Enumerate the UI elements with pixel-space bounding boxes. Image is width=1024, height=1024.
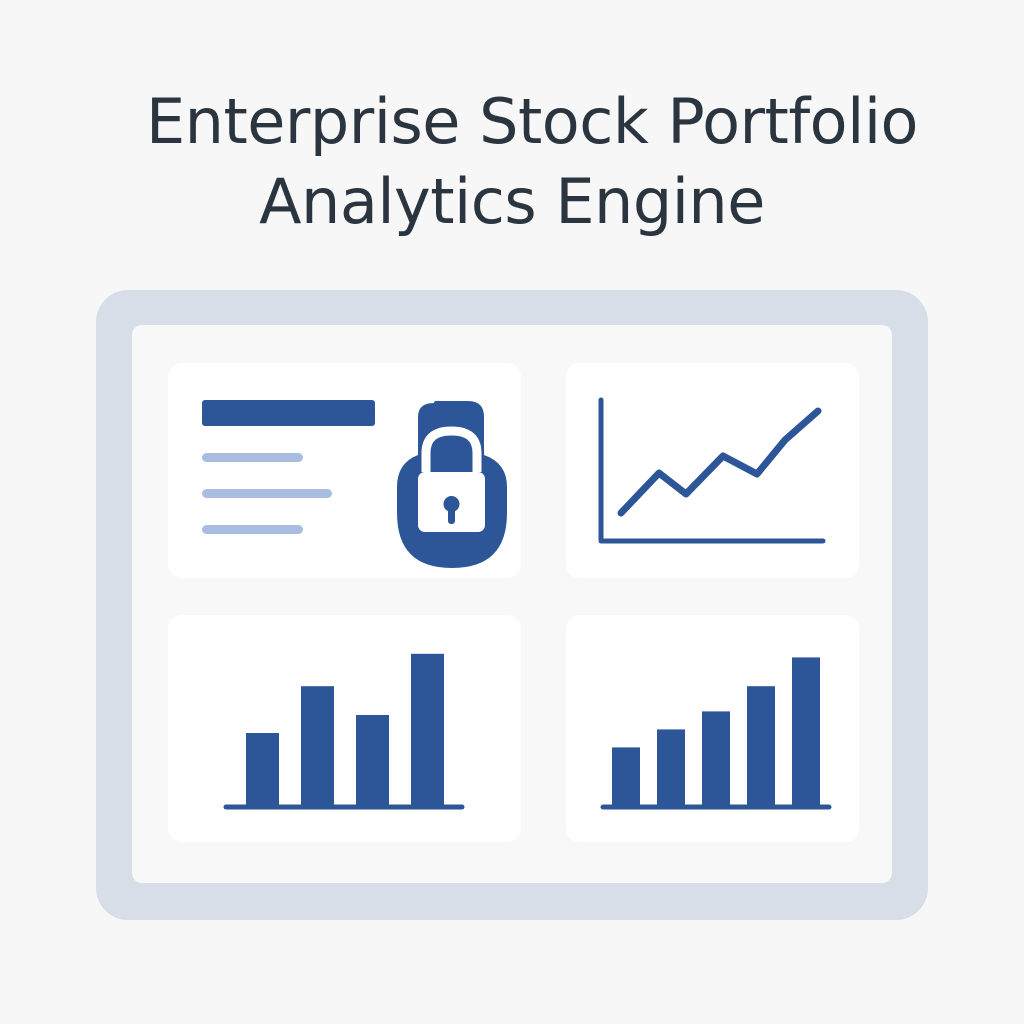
security-card bbox=[168, 363, 521, 578]
doc-line-2 bbox=[202, 489, 332, 498]
doc-heading-bar bbox=[202, 400, 375, 426]
padlock-icon bbox=[397, 401, 507, 568]
bar bbox=[702, 711, 730, 805]
bar bbox=[356, 715, 389, 805]
doc-line-1 bbox=[202, 453, 303, 462]
bar bbox=[657, 729, 685, 805]
title-line-1: Enterprise Stock Portfolio bbox=[146, 85, 919, 158]
page-title: Enterprise Stock Portfolio Analytics Eng… bbox=[0, 82, 1024, 242]
bar bbox=[246, 733, 279, 805]
bar bbox=[747, 686, 775, 805]
line-chart-series bbox=[617, 407, 822, 517]
bar bbox=[612, 747, 640, 805]
bar bbox=[792, 657, 820, 805]
bar-chart-card-left bbox=[168, 615, 521, 842]
bar-chart-card-right bbox=[566, 615, 859, 842]
bar-chart-icon bbox=[223, 653, 465, 810]
line-chart-card bbox=[566, 363, 859, 578]
bar bbox=[301, 686, 334, 805]
bar bbox=[411, 653, 444, 805]
line-chart-icon bbox=[598, 397, 826, 544]
bar-chart-icon bbox=[600, 657, 832, 810]
security-illustration bbox=[202, 400, 507, 568]
title-line-2: Analytics Engine bbox=[259, 165, 765, 238]
doc-line-3 bbox=[202, 525, 303, 534]
